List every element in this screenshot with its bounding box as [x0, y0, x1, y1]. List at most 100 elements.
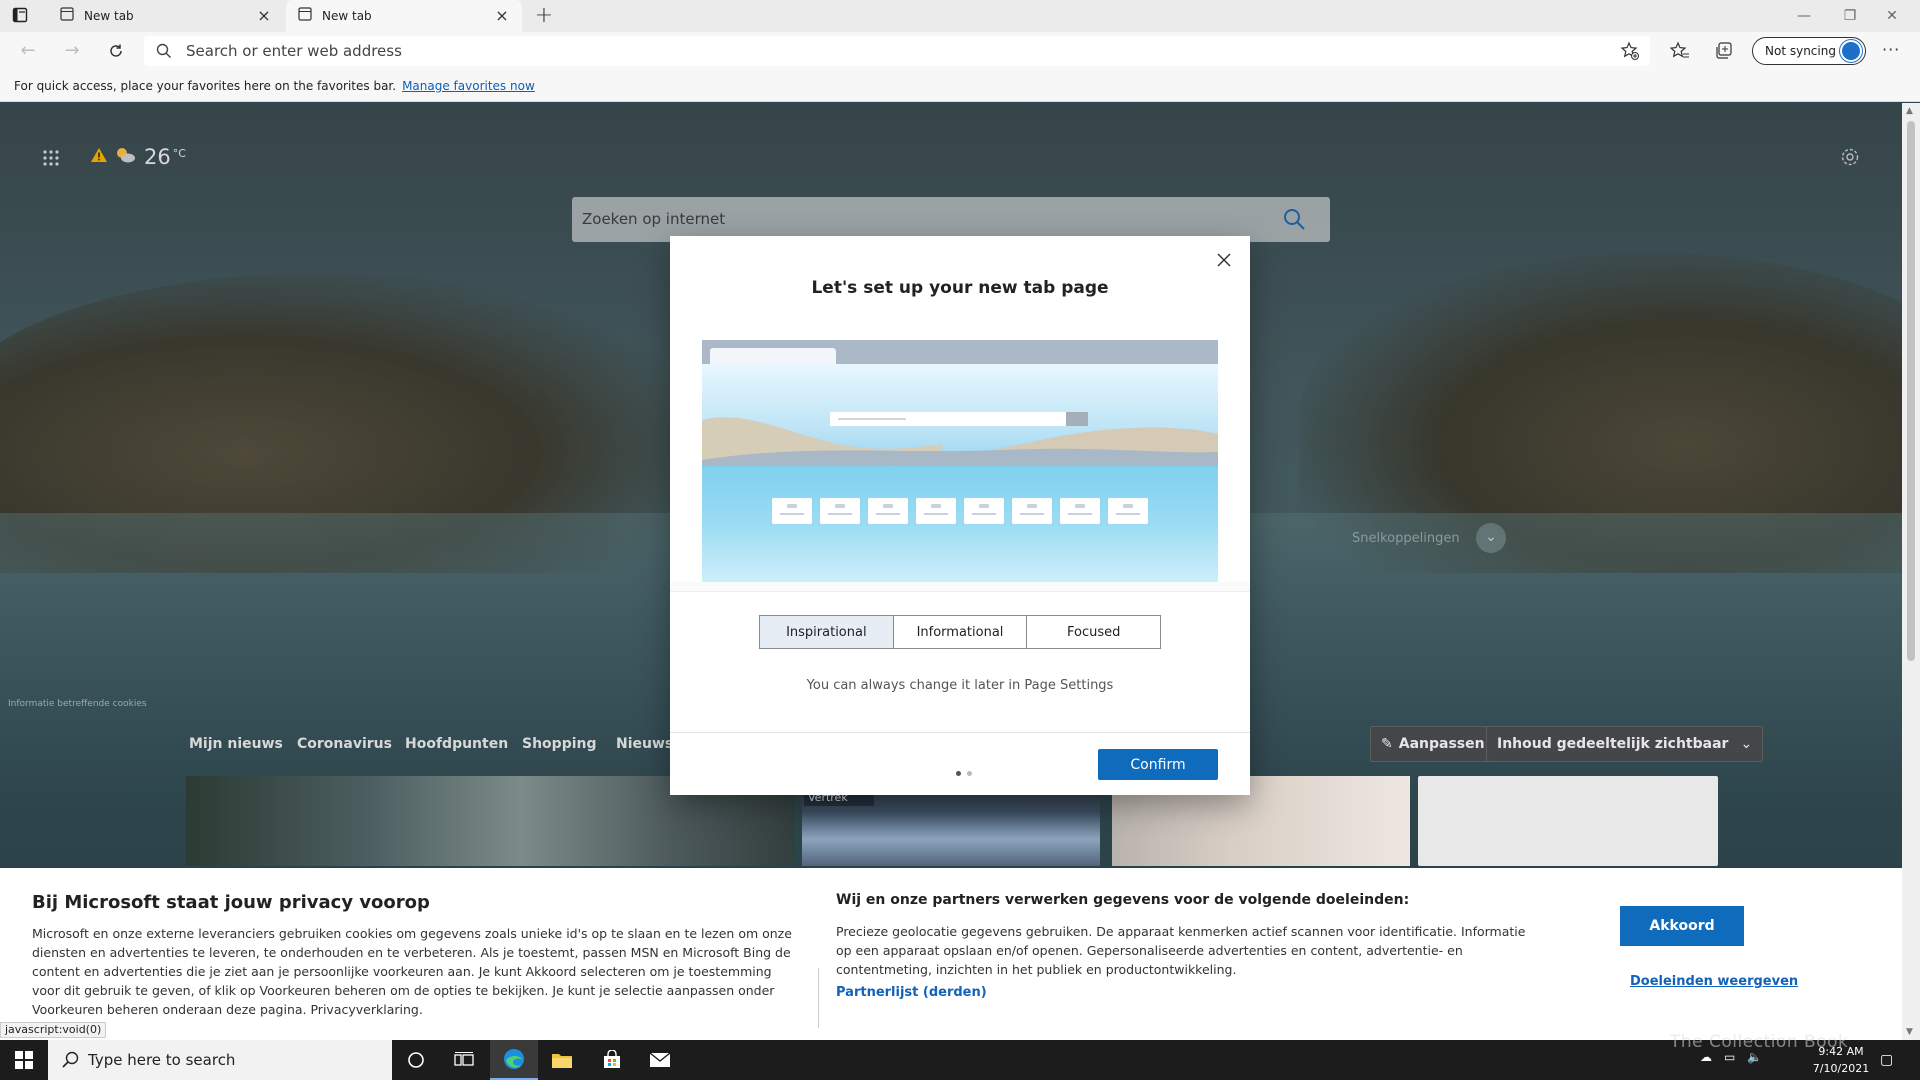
toolbar: ← → Not syncing ···: [0, 32, 1920, 70]
address-bar[interactable]: [144, 36, 1650, 66]
privacy-title: Bij Microsoft staat jouw privacy voorop: [32, 892, 430, 913]
app-launcher-icon[interactable]: [42, 149, 62, 169]
onedrive-icon[interactable]: ☁: [1700, 1050, 1712, 1064]
confirm-button[interactable]: Confirm: [1098, 749, 1218, 780]
option-informational[interactable]: Informational: [893, 616, 1028, 648]
taskbar-search-box[interactable]: Type here to search: [48, 1040, 392, 1080]
tab[interactable]: New tab ×: [48, 0, 284, 32]
cookie-info-link[interactable]: Informatie betreffende cookies: [8, 699, 147, 709]
content-visibility-dropdown[interactable]: Inhoud gedeeltelijk zichtbaar ⌄: [1486, 726, 1764, 762]
cookie-consent-banner: Bij Microsoft staat jouw privacy voorop …: [0, 868, 1902, 1040]
add-favorite-star-icon[interactable]: [1620, 41, 1640, 65]
favorites-bar-hint: For quick access, place your favorites h…: [14, 78, 397, 93]
sync-label: Not syncing: [1765, 44, 1836, 58]
news-tab-my-news[interactable]: Mijn nieuws: [189, 736, 283, 752]
close-window-icon[interactable]: ✕: [1872, 4, 1912, 28]
taskbar-search-placeholder: Type here to search: [88, 1051, 236, 1069]
windows-start-icon[interactable]: [0, 1040, 48, 1080]
refresh-icon[interactable]: [102, 37, 130, 65]
microsoft-store-icon[interactable]: [588, 1040, 636, 1080]
favorites-icon[interactable]: [1669, 41, 1692, 63]
partly-cloudy-icon: [114, 146, 136, 168]
status-url: javascript:void(0): [0, 1022, 107, 1038]
accept-button[interactable]: Akkoord: [1620, 906, 1744, 946]
scroll-down-icon[interactable]: ▼: [1906, 1027, 1913, 1037]
news-tab-shopping[interactable]: Shopping: [522, 736, 597, 752]
page-dot: [967, 771, 972, 776]
new-tab-plus-icon[interactable]: +: [532, 5, 556, 29]
layout-selector: Inspirational Informational Focused: [759, 615, 1161, 649]
news-card-placeholder[interactable]: [1418, 776, 1718, 866]
tab-label: New tab: [84, 9, 134, 23]
page-scrollbar[interactable]: ▲ ▼: [1902, 103, 1920, 1041]
notifications-icon[interactable]: ▢: [1880, 1052, 1893, 1068]
tab-strip: New tab × New tab × + — ❐ ✕: [0, 0, 1920, 32]
page-dot-active: [956, 771, 961, 776]
pencil-icon: ✎: [1381, 736, 1393, 752]
news-tab-news[interactable]: Nieuws: [616, 736, 673, 752]
quick-links-label[interactable]: Snelkoppelingen: [1352, 531, 1460, 546]
web-search-input[interactable]: [582, 208, 1262, 230]
task-view-icon[interactable]: [440, 1040, 488, 1080]
tab-page-icon: [60, 7, 74, 25]
clock-date: 7/10/2021: [1812, 1062, 1870, 1075]
forward-arrow-icon[interactable]: →: [58, 37, 86, 65]
purposes-body: Precieze geolocatie gegevens gebruiken. …: [836, 924, 1526, 977]
tab-close-icon[interactable]: ×: [256, 8, 272, 24]
collections-icon[interactable]: [1714, 41, 1736, 63]
tab-page-icon: [298, 7, 312, 25]
avatar: [1840, 40, 1862, 62]
back-arrow-icon[interactable]: ←: [14, 37, 42, 65]
view-purposes-link[interactable]: Doeleinden weergeven: [1630, 974, 1798, 989]
volume-icon[interactable]: 🔈: [1747, 1050, 1762, 1064]
tab-close-icon[interactable]: ×: [494, 8, 510, 24]
tab-active[interactable]: New tab ×: [286, 0, 522, 32]
partner-list-link[interactable]: Partnerlijst (derden): [836, 985, 987, 1000]
maximize-icon[interactable]: ❐: [1830, 4, 1870, 28]
weather-unit: °C: [172, 146, 186, 160]
chevron-down-icon: ⌄: [1740, 736, 1753, 752]
dialog-title: Let's set up your new tab page: [811, 278, 1109, 298]
option-focused[interactable]: Focused: [1027, 616, 1161, 648]
layout-preview-image: [702, 340, 1218, 582]
content-visibility-label: Inhoud gedeeltelijk zichtbaar: [1497, 736, 1729, 752]
minimize-icon[interactable]: —: [1784, 4, 1824, 28]
more-options-icon[interactable]: ···: [1882, 40, 1900, 59]
system-tray: ☁ ▭ 🔈: [1700, 1050, 1762, 1064]
tab-label: New tab: [322, 9, 372, 23]
tab-actions-icon[interactable]: [12, 7, 36, 25]
chevron-down-icon[interactable]: ⌄: [1476, 523, 1506, 553]
page-settings-gear-icon[interactable]: [1840, 147, 1860, 171]
divider: [670, 732, 1250, 733]
option-inspirational[interactable]: Inspirational: [760, 616, 894, 648]
search-icon[interactable]: [1282, 207, 1306, 235]
search-icon: [156, 43, 172, 63]
weather-alert-icon: [90, 147, 108, 167]
network-icon[interactable]: ▭: [1724, 1050, 1735, 1064]
privacy-body: Microsoft en onze externe leveranciers g…: [32, 926, 792, 1017]
search-icon: [62, 1051, 80, 1073]
divider: [670, 582, 1250, 592]
page-indicator: [956, 765, 978, 780]
setup-dialog: Let's set up your new tab page Inspirati…: [670, 236, 1250, 795]
close-icon[interactable]: [1216, 252, 1234, 270]
favorites-bar: For quick access, place your favorites h…: [0, 70, 1920, 102]
watermark-logo: The Collection Book: [1670, 1032, 1849, 1052]
scroll-up-icon[interactable]: ▲: [1906, 106, 1913, 116]
divider: [818, 968, 819, 1028]
mail-icon[interactable]: [636, 1040, 684, 1080]
customize-button[interactable]: ✎ Aanpassen: [1370, 726, 1496, 762]
weather-widget[interactable]: 26 °C: [90, 145, 186, 169]
scrollbar-thumb[interactable]: [1907, 121, 1915, 661]
file-explorer-icon[interactable]: [538, 1040, 586, 1080]
address-input[interactable]: [186, 40, 1566, 62]
news-tab-coronavirus[interactable]: Coronavirus: [297, 736, 392, 752]
profile-sync-button[interactable]: Not syncing: [1752, 37, 1866, 65]
news-tab-headlines[interactable]: Hoofdpunten: [405, 736, 508, 752]
weather-temperature: 26: [144, 145, 171, 169]
edge-browser-icon[interactable]: [490, 1040, 538, 1080]
dialog-hint: You can always change it later in Page S…: [806, 678, 1114, 693]
manage-favorites-link[interactable]: Manage favorites now: [402, 79, 535, 93]
cortana-icon[interactable]: [392, 1040, 440, 1080]
purposes-title: Wij en onze partners verwerken gegevens …: [836, 892, 1410, 908]
